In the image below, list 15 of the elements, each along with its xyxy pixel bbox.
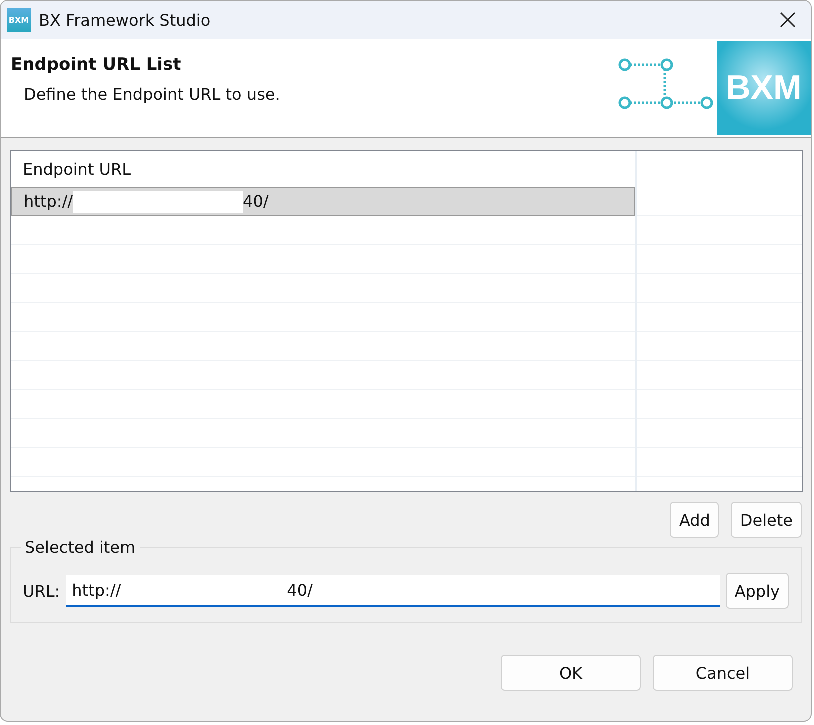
close-icon <box>780 12 796 28</box>
product-logo: BXM <box>717 41 811 135</box>
ok-button[interactable]: OK <box>501 655 641 691</box>
column-header[interactable]: Endpoint URL <box>11 151 635 187</box>
page-title: Endpoint URL List <box>11 55 182 75</box>
window-title: BX Framework Studio <box>39 10 212 30</box>
delete-button[interactable]: Delete <box>731 502 802 538</box>
url-field[interactable]: http:// 40/ <box>66 575 720 607</box>
page-description: Define the Endpoint URL to use. <box>24 85 282 104</box>
cancel-button[interactable]: Cancel <box>653 655 793 691</box>
url-label: URL: <box>23 582 60 600</box>
table-row[interactable]: http:// 40/ <box>11 187 635 216</box>
add-button[interactable]: Add <box>670 502 720 538</box>
app-logo: BXM <box>7 8 31 32</box>
apply-button[interactable]: Apply <box>726 573 789 609</box>
